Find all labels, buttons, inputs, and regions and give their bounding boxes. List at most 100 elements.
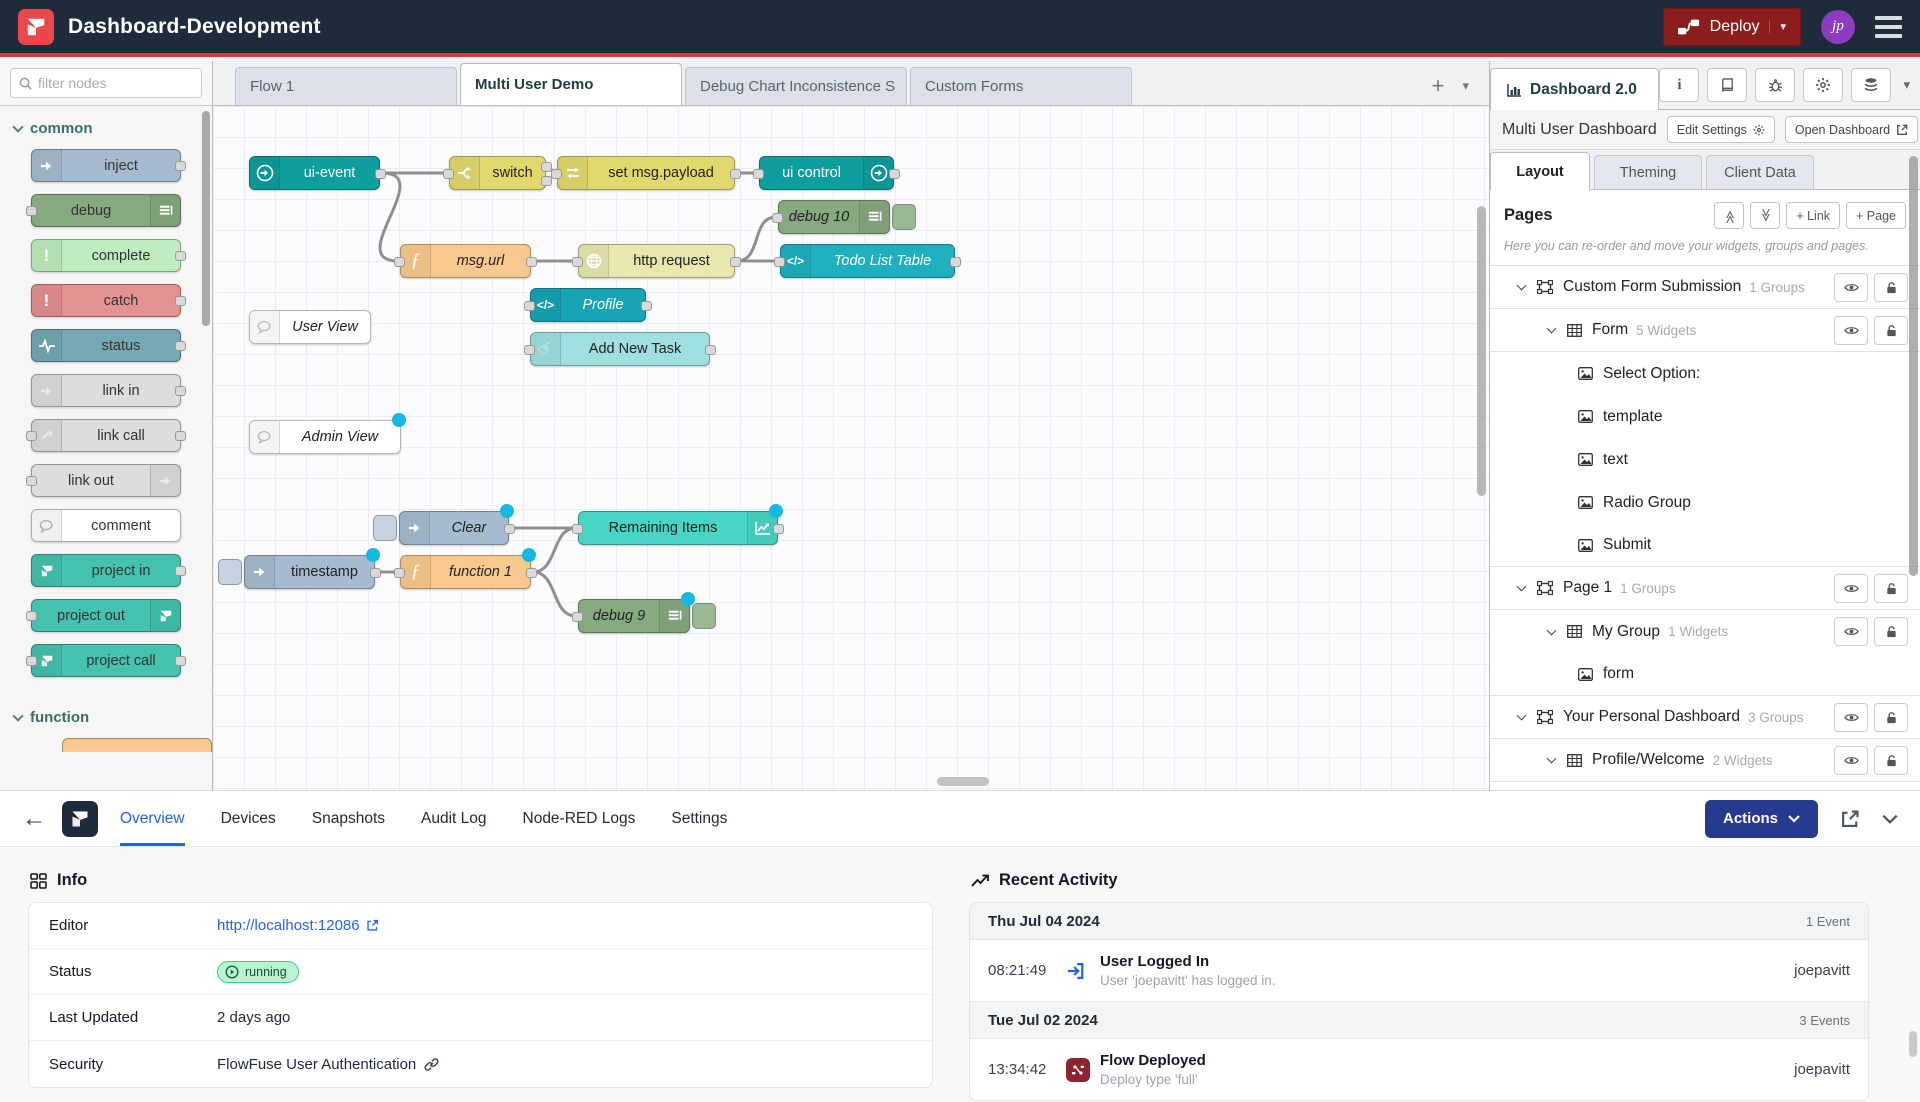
inject-button[interactable]	[218, 559, 242, 585]
palette-scrollbar[interactable]	[202, 111, 210, 326]
tree-row-group[interactable]: Profile/Welcome 2 Widgets	[1490, 739, 1920, 782]
debug-bug-icon[interactable]	[1755, 68, 1795, 102]
tab-layout[interactable]: Layout	[1490, 152, 1590, 190]
tree-row-widget[interactable]: text	[1490, 438, 1920, 481]
port-in[interactable]	[524, 301, 535, 311]
flow-node-clear[interactable]: Clear	[399, 511, 509, 545]
main-menu-icon[interactable]	[1875, 16, 1902, 38]
open-dashboard-button[interactable]: Open Dashboard	[1785, 116, 1918, 143]
visibility-eye-button[interactable]	[1834, 316, 1868, 345]
port-in[interactable]	[551, 169, 562, 179]
user-avatar[interactable]: jp	[1821, 10, 1855, 44]
port-in[interactable]	[394, 568, 405, 578]
port-in[interactable]	[394, 257, 405, 267]
flow-node-remaining-items[interactable]: Remaining Items	[578, 511, 778, 545]
add-link-button[interactable]: + Link	[1786, 202, 1840, 229]
port-out[interactable]	[730, 257, 741, 267]
tab-node-red-logs[interactable]: Node-RED Logs	[523, 791, 636, 846]
tab-devices[interactable]: Devices	[221, 791, 276, 846]
activity-event-row[interactable]: 13:34:42 Flow Deployed Deploy type 'full…	[970, 1039, 1868, 1100]
flow-node-ui-control[interactable]: ui control	[759, 156, 894, 190]
flow-node-add-new-task[interactable]: ☞ Add New Task	[530, 332, 710, 366]
port-in[interactable]	[774, 257, 785, 267]
sidebar-scrollbar[interactable]	[1909, 156, 1918, 576]
tree-row-widget[interactable]: template	[1490, 395, 1920, 438]
flowfuse-logo-icon[interactable]	[62, 801, 98, 837]
port-in[interactable]	[26, 656, 37, 666]
chevron-down-icon[interactable]	[1517, 711, 1527, 721]
port-out[interactable]	[175, 566, 186, 576]
palette-node-complete[interactable]: ! complete	[31, 239, 181, 272]
editor-link[interactable]: http://localhost:12086	[217, 917, 379, 934]
port-out[interactable]	[175, 431, 186, 441]
flow-canvas[interactable]: ui-event switch set msg.payload	[213, 106, 1489, 790]
tab-settings[interactable]: Settings	[671, 791, 727, 846]
inject-button[interactable]	[373, 515, 397, 541]
chain-link-icon[interactable]	[424, 1057, 439, 1072]
tree-row-widget[interactable]: Radio Group	[1490, 481, 1920, 524]
port-out[interactable]	[175, 296, 186, 306]
panel-scrollbar[interactable]	[1909, 1031, 1917, 1057]
palette-node-debug[interactable]: debug	[31, 194, 181, 227]
info-tab-icon[interactable]: i	[1659, 68, 1699, 102]
collapse-panel-chevron-icon[interactable]	[1882, 814, 1898, 824]
palette-node-partial[interactable]	[62, 738, 212, 771]
palette-node-link-out[interactable]: link out	[31, 464, 181, 497]
palette-node-comment[interactable]: comment	[31, 509, 181, 542]
unlock-button[interactable]	[1874, 746, 1908, 775]
tree-row-widget[interactable]: Select Option:	[1490, 352, 1920, 395]
palette-filter-input[interactable]	[38, 75, 193, 91]
flow-node-debug-10[interactable]: debug 10	[778, 200, 890, 234]
chevron-down-icon[interactable]	[1547, 625, 1557, 635]
unlock-button[interactable]	[1874, 574, 1908, 603]
port-out[interactable]	[526, 257, 537, 267]
context-layers-icon[interactable]	[1851, 68, 1891, 102]
port-in[interactable]	[772, 213, 783, 223]
deploy-caret-icon[interactable]: ▾	[1769, 20, 1786, 33]
chevron-down-icon[interactable]	[1517, 582, 1527, 592]
back-arrow-icon[interactable]: ←	[22, 805, 46, 833]
port-out[interactable]	[504, 524, 515, 534]
port-out[interactable]	[641, 301, 652, 311]
chevron-down-icon[interactable]	[1547, 324, 1557, 334]
flow-tab-2-active[interactable]: Multi User Demo	[460, 63, 682, 105]
activity-event-row[interactable]: 08:21:49 User Logged In User 'joepavitt'…	[970, 940, 1868, 1002]
unlock-button[interactable]	[1874, 316, 1908, 345]
flow-node-debug-9[interactable]: debug 9	[578, 599, 690, 633]
flow-node-admin-view-comment[interactable]: Admin View	[249, 420, 401, 454]
debug-toggle-button[interactable]	[692, 603, 716, 629]
flow-tab-4[interactable]: Custom Forms	[910, 67, 1132, 105]
port-out[interactable]	[175, 656, 186, 666]
palette-node-project-call[interactable]: project call	[31, 644, 181, 677]
port-out[interactable]	[889, 169, 900, 179]
tree-row-widget[interactable]: form	[1490, 653, 1920, 696]
palette-node-status[interactable]: status	[31, 329, 181, 362]
unlock-button[interactable]	[1874, 273, 1908, 302]
port-in[interactable]	[26, 206, 37, 216]
port-out[interactable]	[705, 345, 716, 355]
visibility-eye-button[interactable]	[1834, 746, 1868, 775]
port-in[interactable]	[443, 169, 454, 179]
palette-section-common[interactable]: common	[0, 106, 212, 149]
canvas-vertical-scrollbar[interactable]	[1477, 206, 1486, 496]
port-in[interactable]	[572, 524, 583, 534]
unlock-button[interactable]	[1874, 617, 1908, 646]
port-out[interactable]	[526, 568, 537, 578]
flow-tab-1[interactable]: Flow 1	[235, 67, 457, 105]
flow-node-profile[interactable]: </> Profile	[530, 288, 646, 322]
port-out[interactable]	[541, 176, 552, 186]
tree-row-page[interactable]: Custom Form Submission 1 Groups	[1490, 266, 1920, 309]
palette-node-link-call[interactable]: link call	[31, 419, 181, 452]
port-in[interactable]	[753, 169, 764, 179]
unlock-button[interactable]	[1874, 703, 1908, 732]
tree-row-group[interactable]: My Group 1 Widgets	[1490, 610, 1920, 653]
port-out[interactable]	[773, 524, 784, 534]
tab-snapshots[interactable]: Snapshots	[312, 791, 385, 846]
gear-icon[interactable]	[1803, 68, 1843, 102]
tab-client-data[interactable]: Client Data	[1706, 155, 1814, 189]
port-out[interactable]	[375, 169, 386, 179]
visibility-eye-button[interactable]	[1834, 273, 1868, 302]
collapse-all-button[interactable]: ≪	[1714, 202, 1744, 229]
flow-node-http-request[interactable]: http request	[578, 244, 735, 278]
port-out[interactable]	[175, 161, 186, 171]
